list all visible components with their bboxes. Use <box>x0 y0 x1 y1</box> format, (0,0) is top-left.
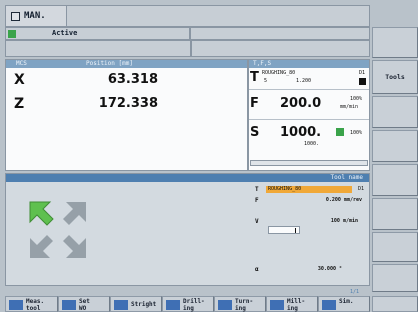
softkey-right-2[interactable]: Tools <box>372 60 418 94</box>
tool-state-icon <box>359 78 366 85</box>
message-bar-divider <box>190 40 192 57</box>
softkey-simulation[interactable]: Sim. <box>318 296 370 312</box>
position-header: MCS Position [mm] <box>6 60 247 68</box>
mode-label: MAN. <box>24 11 46 21</box>
position-title: Position [mm] <box>86 60 133 67</box>
tool-dialog-header: Tool name <box>6 174 369 182</box>
feed-field-value[interactable]: 0.200 mm/rev <box>300 197 362 203</box>
input-cursor <box>295 228 296 233</box>
tfs-divider-2 <box>249 119 369 120</box>
turning-icon <box>218 300 232 310</box>
softkey-meas-sub: tool <box>26 305 41 312</box>
softkey-right-7[interactable] <box>372 232 418 262</box>
spindle-load-bar <box>250 160 368 166</box>
tfs-tool-val: 1.200 <box>296 78 312 84</box>
tfs-s-value: 1000. <box>280 125 322 140</box>
softkey-right-4[interactable] <box>372 130 418 162</box>
message-bar <box>5 40 370 57</box>
tfs-f-letter: F <box>250 96 259 111</box>
softkey-set-sub: WO <box>79 305 87 312</box>
softkey-milling-sub: ing <box>287 305 298 312</box>
status-bar <box>5 27 190 40</box>
tfs-divider-1 <box>249 89 369 90</box>
page-counter: 1/1 <box>350 289 360 295</box>
spindle-status-icon <box>336 128 344 136</box>
tfs-title: T,F,S <box>253 60 272 67</box>
tfs-s-sub: 1000. <box>304 141 320 147</box>
softkey-bottom-right[interactable] <box>372 296 418 312</box>
direction-arrows-graphic <box>29 201 86 258</box>
angle-field-label: α <box>255 266 259 273</box>
measure-icon <box>9 300 23 310</box>
softkey-straight-label: Stright <box>131 301 157 308</box>
softkey-drilling-sub: ing <box>183 305 194 312</box>
axis-x-value: 63.318 <box>107 72 158 87</box>
softkey-right-2-label: Tools <box>385 73 405 81</box>
position-coord-label: MCS <box>16 60 27 67</box>
machine-mode-icon <box>11 12 20 21</box>
softkey-straight[interactable]: Stright <box>110 296 162 312</box>
straight-icon <box>114 300 128 310</box>
softkey-drilling[interactable]: Drill- ing <box>162 296 214 312</box>
tfs-s-letter: S <box>250 125 260 140</box>
softkey-right-8[interactable] <box>372 264 418 292</box>
angle-field-value[interactable]: 30.000 ° <box>300 266 342 272</box>
softkey-set-wo[interactable]: Set WO <box>58 296 110 312</box>
tfs-tool-no: 5 <box>264 78 268 84</box>
softkey-sim-label: Sim. <box>339 298 354 305</box>
arrow-sw-grey <box>30 235 53 258</box>
velocity-field-value[interactable]: 100 m/min <box>300 218 358 224</box>
tool-d-value: D1 <box>358 186 365 192</box>
axis-z-value: 172.338 <box>98 96 158 111</box>
milling-icon <box>270 300 284 310</box>
mode-cell: MAN. <box>5 5 67 27</box>
arrow-se-grey <box>63 235 86 258</box>
tool-field-label: T <box>255 186 259 193</box>
velocity-input-box[interactable] <box>268 226 300 234</box>
axis-x-label: X <box>14 72 25 88</box>
softkey-turning-sub: ing <box>235 305 246 312</box>
softkey-milling[interactable]: Mill- ing <box>266 296 318 312</box>
workoffset-icon <box>62 300 76 310</box>
tfs-s-pct: 100% <box>350 130 363 136</box>
softkey-meas-tool[interactable]: Meas. tool <box>5 296 58 312</box>
softkey-right-5[interactable] <box>372 164 418 196</box>
arrow-nw-green <box>29 201 54 226</box>
tool-dialog-title: Tool name <box>330 174 363 181</box>
status-text: Active <box>52 29 78 37</box>
tfs-tool-name: ROUGHING_80 <box>262 70 296 76</box>
softkey-right-1[interactable] <box>372 27 418 58</box>
status-green-icon <box>8 30 16 38</box>
velocity-field-label: V <box>255 218 259 225</box>
softkey-right-3[interactable] <box>372 96 418 128</box>
tfs-f-value: 200.0 <box>280 96 322 111</box>
feed-field-label: F <box>255 197 259 204</box>
softkey-right-6[interactable] <box>372 198 418 230</box>
tfs-d: D1 <box>359 70 366 76</box>
tfs-f-pct: 100% <box>350 96 363 102</box>
simulation-icon <box>322 300 336 310</box>
tfs-header: T,F,S <box>249 60 369 68</box>
tfs-t-letter: T <box>250 70 259 85</box>
status-bar-right <box>190 27 370 40</box>
drilling-icon <box>166 300 180 310</box>
tfs-f-unit: mm/min <box>340 104 359 110</box>
axis-z-label: Z <box>14 96 25 112</box>
arrow-ne-grey <box>63 202 86 225</box>
softkey-turning[interactable]: Turn- ing <box>214 296 266 312</box>
tool-name-value: ROUGHING_80 <box>268 186 302 192</box>
